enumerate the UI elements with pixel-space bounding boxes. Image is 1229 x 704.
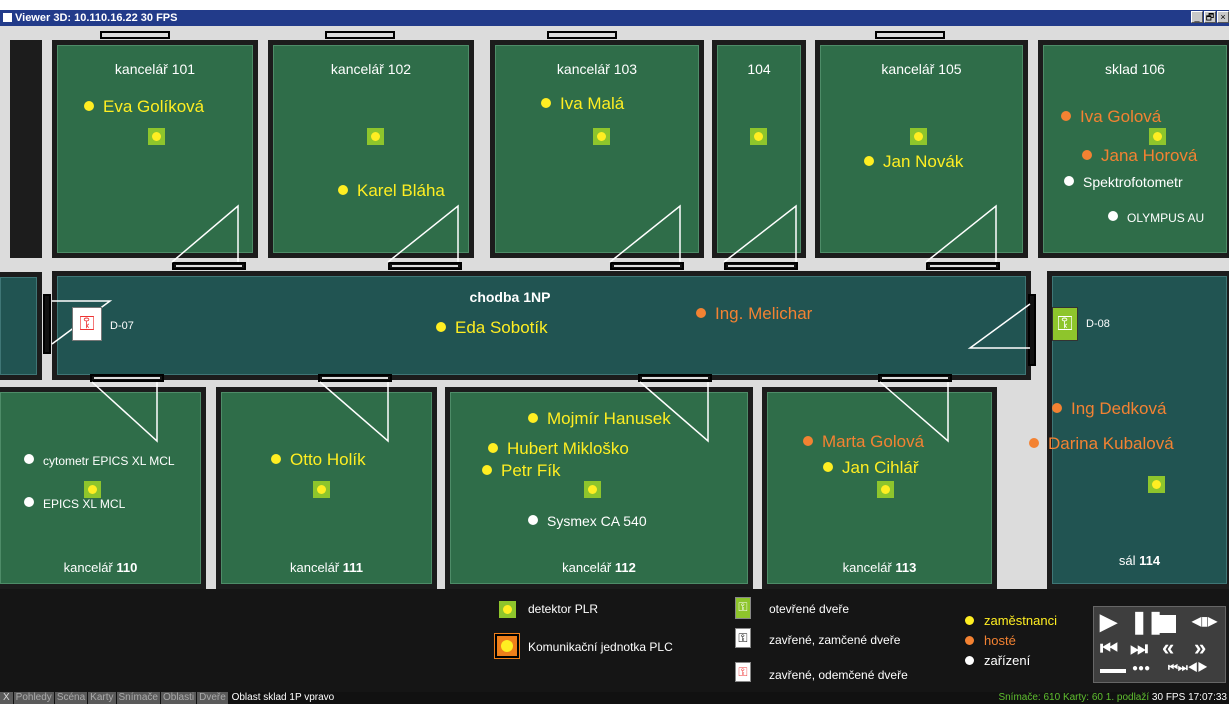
person-employee[interactable]: Petr Fík: [482, 461, 561, 481]
person-guest[interactable]: Ing Dedková: [1052, 399, 1166, 419]
device[interactable]: cytometr EPICS XL MCL: [24, 454, 175, 468]
person-guest[interactable]: Iva Golová: [1061, 107, 1161, 127]
detector-plr-icon[interactable]: [877, 481, 894, 498]
person-employee[interactable]: Hubert Mikloško: [488, 439, 629, 459]
tab-karty[interactable]: Karty: [88, 692, 116, 704]
maximize-button[interactable]: 🗗: [1204, 11, 1216, 23]
detector-plr-icon[interactable]: [750, 128, 767, 145]
tab-pohledy[interactable]: Pohledy: [13, 692, 54, 704]
status-floor: 1. podlaží: [1105, 692, 1150, 703]
detector-plr-icon[interactable]: [1148, 476, 1165, 493]
dots-icon[interactable]: ●●●: [1132, 664, 1150, 674]
device[interactable]: EPICS XL MCL: [24, 497, 125, 511]
close-button[interactable]: ×: [1217, 11, 1229, 23]
legend-devices: zařízení: [965, 653, 1030, 668]
detector-plr-icon[interactable]: [367, 128, 384, 145]
step-icon[interactable]: ◀▮▶: [1192, 615, 1217, 627]
rewind-icon[interactable]: «: [1162, 637, 1174, 659]
playback-controls: ▶ ❚❚ ◀▮▶ ⏮ ⏭ « » ●●● ⏮⏭◀▶: [1093, 606, 1226, 683]
guest-dot-icon: [965, 636, 974, 645]
person-employee[interactable]: Karel Bláha: [338, 181, 445, 201]
employee-dot-icon: [965, 616, 974, 625]
detector-plr-icon[interactable]: [313, 481, 330, 498]
detector-plr-icon[interactable]: [84, 481, 101, 498]
status-fps: 30 FPS: [1151, 692, 1186, 703]
title-strip: Viewer 3D: 10.110.16.22 30 FPS: [0, 10, 1229, 26]
status-bar: X Pohledy Scéna Karty Snímače Oblasti Dveře Ob…: [0, 692, 1229, 704]
floor-plan-viewport[interactable]: kancelář 101 kancelář 102 kancelář 103 1…: [0, 26, 1229, 589]
detector-plr-icon[interactable]: [148, 128, 165, 145]
person-employee[interactable]: Jan Novák: [864, 152, 963, 172]
person-employee[interactable]: Otto Holík: [271, 450, 366, 470]
person-employee[interactable]: Eva Golíková: [84, 97, 204, 117]
legend-guests: hosté: [965, 633, 1016, 648]
door-unlocked-key-icon[interactable]: ⚿: [72, 307, 102, 341]
tab-snimace[interactable]: Snímače: [116, 692, 160, 704]
device[interactable]: OLYMPUS AU: [1108, 211, 1204, 225]
person-employee[interactable]: Mojmír Hanusek: [528, 409, 671, 429]
legend-door-locked: zavřené, zamčené dveře: [769, 633, 901, 647]
door-open-legend-icon: ⚿: [735, 597, 751, 619]
title-bar: Viewer 3D: 10.110.16.22 30 FPS _ 🗗 ×: [0, 0, 1229, 26]
legend-door-unlocked: zavřené, odemčené dveře: [769, 668, 908, 682]
device-dot-icon: [965, 656, 974, 665]
tab-dvere[interactable]: Dveře: [197, 692, 228, 704]
skip-start-icon[interactable]: ⏮: [1100, 639, 1118, 659]
plc-legend-icon: [494, 633, 520, 659]
legend-detector: detektor PLR: [528, 602, 599, 616]
person-guest[interactable]: Darina Kubalová: [1029, 434, 1174, 454]
person-guest[interactable]: Marta Golová: [803, 432, 924, 452]
detector-plr-icon[interactable]: [1149, 128, 1166, 145]
status-sensors: Snímače: 610: [998, 692, 1061, 703]
tab-oblasti[interactable]: Oblasti: [160, 692, 197, 704]
status-cards: Karty: 60: [1062, 692, 1103, 703]
tab-scena[interactable]: Scéna: [54, 692, 88, 704]
legend-employees: zaměstnanci: [965, 613, 1057, 628]
door-unlocked-legend-icon: ⚿: [735, 662, 751, 682]
stop-icon[interactable]: [1158, 615, 1176, 633]
timeline-bar-icon[interactable]: [1100, 669, 1126, 673]
person-guest[interactable]: Jana Horová: [1082, 146, 1197, 166]
window-controls: _ 🗗 ×: [1190, 11, 1229, 25]
detector-legend-icon: [499, 601, 516, 618]
person-employee[interactable]: Jan Cihlář: [823, 458, 919, 478]
app-icon: [3, 13, 12, 22]
status-area-text: Oblast sklad 1P vpravo: [231, 692, 335, 703]
door-open-key-icon[interactable]: ⚿: [1052, 307, 1078, 341]
skip-end-icon[interactable]: ⏭: [1130, 639, 1148, 659]
device[interactable]: Sysmex CA 540: [528, 513, 647, 529]
play-icon[interactable]: ▶: [1100, 611, 1117, 633]
device[interactable]: Spektrofotometr: [1064, 174, 1183, 190]
door-locked-legend-icon: ⚿: [735, 628, 751, 648]
status-time: 17:07:33: [1188, 692, 1227, 703]
person-guest[interactable]: Ing. Melichar: [696, 304, 812, 324]
window-title: Viewer 3D: 10.110.16.22 30 FPS: [15, 12, 178, 24]
detector-plr-icon[interactable]: [593, 128, 610, 145]
legend-panel: detektor PLR Komunikační jednotka PLC ⚿ …: [0, 589, 1229, 692]
legend-door-open: otevřené dveře: [769, 602, 850, 616]
detector-plr-icon[interactable]: [584, 481, 601, 498]
legend-plc: Komunikační jednotka PLC: [528, 640, 673, 654]
status-info: Snímače: 610 Karty: 60 1. podlaží 30 FPS…: [998, 692, 1227, 704]
door-label: D-07: [110, 320, 134, 332]
minimize-button[interactable]: _: [1191, 11, 1203, 23]
person-employee[interactable]: Iva Malá: [541, 94, 624, 114]
detector-plr-icon[interactable]: [910, 128, 927, 145]
door-label: D-08: [1086, 318, 1110, 330]
person-employee[interactable]: Eda Sobotík: [436, 318, 548, 338]
frame-step-icon[interactable]: ⏮⏭◀▶: [1168, 663, 1207, 674]
fast-forward-icon[interactable]: »: [1194, 637, 1206, 659]
close-panel-button[interactable]: X: [0, 692, 13, 704]
